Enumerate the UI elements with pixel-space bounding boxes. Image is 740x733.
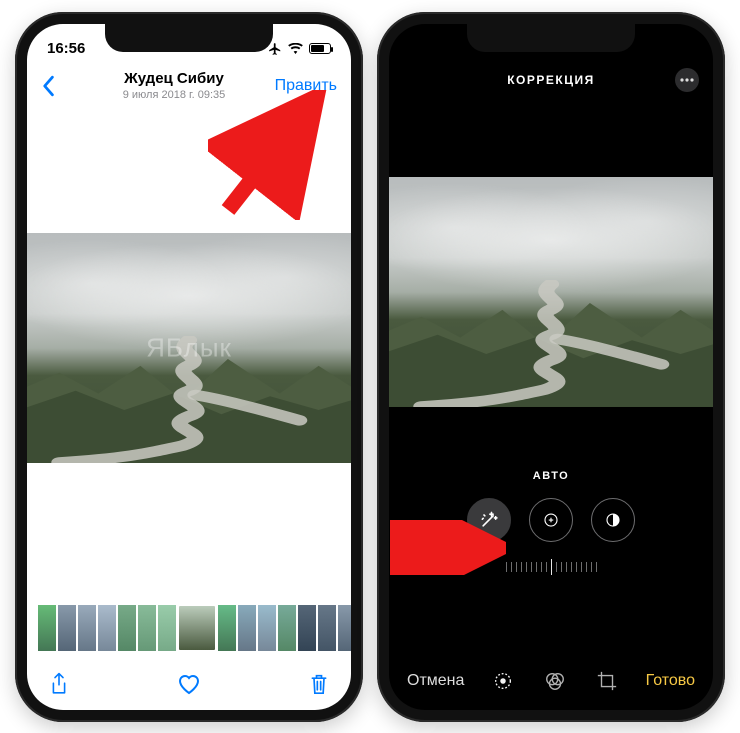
bottom-toolbar — [27, 658, 351, 710]
wifi-icon — [288, 43, 303, 54]
edit-mode-title: КОРРЕКЦИЯ — [507, 73, 595, 87]
cancel-button[interactable]: Отмена — [407, 672, 464, 690]
thumbnail[interactable] — [337, 604, 351, 652]
photo-datetime: 9 июля 2018 г. 09:35 — [81, 89, 267, 101]
photo-image — [389, 177, 713, 407]
dial-exposure[interactable] — [529, 498, 573, 542]
thumbnail[interactable] — [137, 604, 157, 652]
thumbnail[interactable] — [117, 604, 137, 652]
thumbnail[interactable] — [217, 604, 237, 652]
thumbnail[interactable] — [97, 604, 117, 652]
adjustment-slider[interactable] — [431, 556, 671, 578]
edit-header: КОРРЕКЦИЯ — [389, 58, 713, 102]
thumbnail[interactable] — [277, 604, 297, 652]
thumbnail[interactable] — [257, 604, 277, 652]
edit-bottom-toolbar: Отмена Готово — [389, 652, 713, 710]
thumbnail[interactable] — [37, 604, 57, 652]
photo-editor-canvas[interactable] — [389, 142, 713, 442]
screen-photo-detail: 16:56 Жудец Сибиу 9 июля 201 — [27, 24, 351, 710]
edit-tab-bar — [492, 670, 618, 692]
photo-viewer[interactable]: ЯБлык — [27, 168, 351, 528]
done-button[interactable]: Готово — [646, 672, 695, 690]
tab-adjust[interactable] — [492, 670, 514, 692]
wand-icon — [479, 510, 499, 530]
photo-location-title: Жудец Сибиу — [81, 70, 267, 87]
photo-image: ЯБлык — [27, 233, 351, 463]
share-button[interactable] — [49, 672, 69, 696]
nav-title-block: Жудец Сибиу 9 июля 2018 г. 09:35 — [81, 70, 267, 101]
status-time: 16:56 — [47, 40, 85, 57]
notch — [467, 24, 635, 52]
phone-frame-right: КОРРЕКЦИЯ АВТО — [377, 12, 725, 722]
status-icons — [268, 42, 331, 56]
contrast-icon — [604, 511, 622, 529]
dial-brilliance[interactable] — [591, 498, 635, 542]
thumbnail[interactable] — [57, 604, 77, 652]
thumbnail[interactable] — [317, 604, 337, 652]
dial-auto[interactable] — [467, 498, 511, 542]
adjustment-dial-row — [389, 498, 713, 542]
exposure-icon — [542, 511, 560, 529]
more-options-button[interactable] — [675, 68, 699, 92]
notch — [105, 24, 273, 52]
thumbnail[interactable] — [77, 604, 97, 652]
back-button[interactable] — [41, 75, 81, 97]
adjustment-name-label: АВТО — [389, 470, 713, 482]
favorite-button[interactable] — [177, 673, 201, 695]
thumbnail[interactable] — [237, 604, 257, 652]
thumbnail-selected[interactable] — [177, 604, 217, 652]
screen-photo-edit: КОРРЕКЦИЯ АВТО — [389, 24, 713, 710]
nav-bar: Жудец Сибиу 9 июля 2018 г. 09:35 Править — [27, 64, 351, 108]
battery-icon — [309, 43, 331, 54]
airplane-mode-icon — [268, 42, 282, 56]
edit-button[interactable]: Править — [267, 77, 337, 95]
tab-filters[interactable] — [544, 670, 566, 692]
thumbnail[interactable] — [297, 604, 317, 652]
tab-crop[interactable] — [596, 670, 618, 692]
phone-frame-left: 16:56 Жудец Сибиу 9 июля 201 — [15, 12, 363, 722]
thumbnail-strip[interactable] — [27, 604, 351, 654]
delete-button[interactable] — [309, 672, 329, 696]
thumbnail[interactable] — [157, 604, 177, 652]
